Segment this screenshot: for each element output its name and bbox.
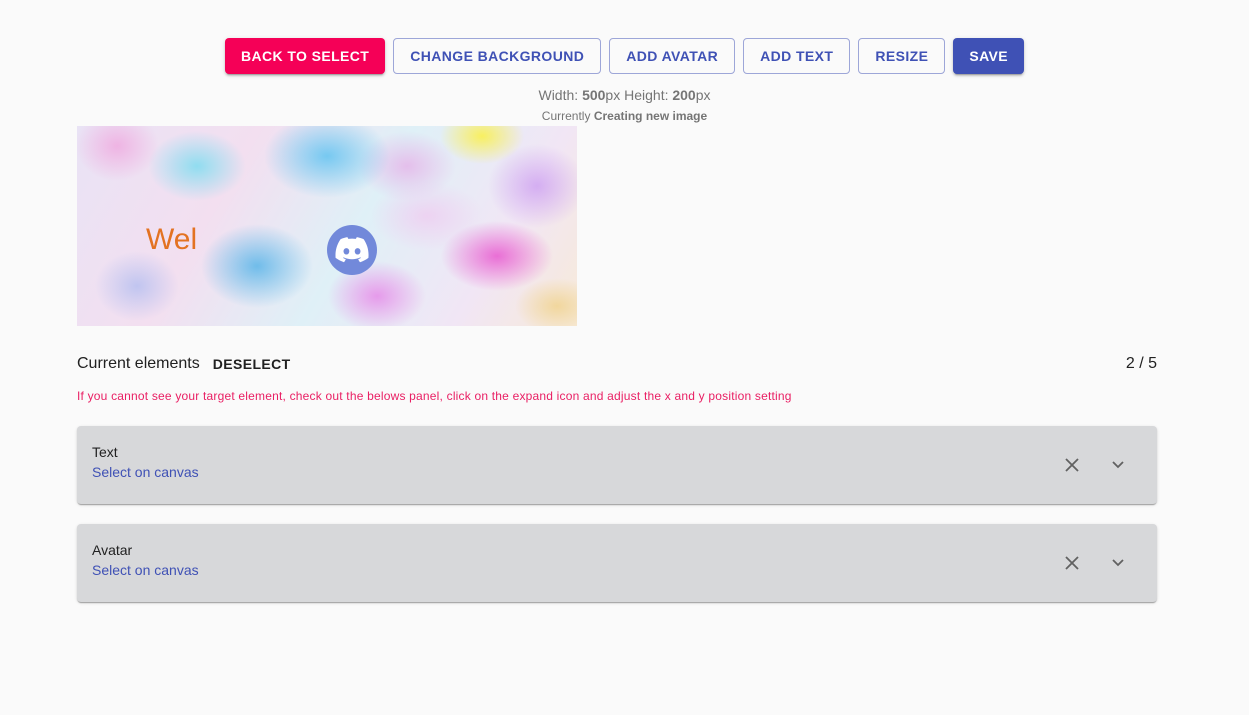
status-prefix: Currently (541, 109, 594, 123)
status-value: Creating new image (593, 109, 708, 123)
chevron-down-icon (1112, 461, 1124, 469)
width-unit: px (605, 87, 621, 103)
height-label: Height: (620, 87, 673, 103)
width-value: 500 (582, 87, 606, 103)
editor-status: Currently Creating new image (0, 109, 1249, 123)
change-background-button[interactable]: Change background (393, 38, 602, 74)
deselect-button[interactable]: Deselect (205, 352, 299, 376)
discord-logo-icon (335, 237, 369, 263)
add-text-button[interactable]: Add text (743, 38, 851, 74)
select-on-canvas-link[interactable]: Select on canvas (92, 562, 199, 578)
save-button[interactable]: Save (953, 38, 1025, 74)
height-unit: px (695, 87, 711, 103)
remove-element-button[interactable] (1058, 451, 1086, 479)
elements-count: 2 / 5 (1125, 355, 1157, 372)
expand-element-button[interactable] (1104, 451, 1132, 479)
elements-hint: If you cannot see your target element, c… (77, 389, 792, 403)
expand-element-button[interactable] (1104, 549, 1132, 577)
element-panel-avatar[interactable]: Avatar Select on canvas (77, 524, 1157, 602)
close-icon (1065, 556, 1079, 570)
close-icon (1065, 458, 1079, 472)
panel-title: Text (92, 444, 118, 460)
app-root: Back to select Change background Add ava… (0, 0, 1249, 715)
select-on-canvas-link[interactable]: Select on canvas (92, 464, 199, 480)
back-to-select-button[interactable]: Back to select (224, 38, 386, 74)
chevron-down-icon (1112, 559, 1124, 567)
remove-element-button[interactable] (1058, 549, 1086, 577)
add-avatar-button[interactable]: Add avatar (609, 38, 736, 74)
toolbar: Back to select Change background Add ava… (0, 38, 1249, 74)
element-panel-text[interactable]: Text Select on canvas (77, 426, 1157, 504)
panel-title: Avatar (92, 542, 133, 558)
elements-header: Current elements Deselect 2 / 5 (77, 353, 1157, 375)
canvas-avatar-element[interactable] (327, 225, 377, 275)
canvas-dimensions: Width: 500px Height: 200px (0, 87, 1249, 103)
width-label: Width: (538, 87, 583, 103)
image-canvas[interactable]: Wel (77, 126, 577, 326)
resize-button[interactable]: Resize (858, 38, 946, 74)
height-value: 200 (672, 87, 696, 103)
elements-title: Current elements (77, 355, 200, 372)
canvas-text-element[interactable]: Wel (146, 223, 197, 257)
